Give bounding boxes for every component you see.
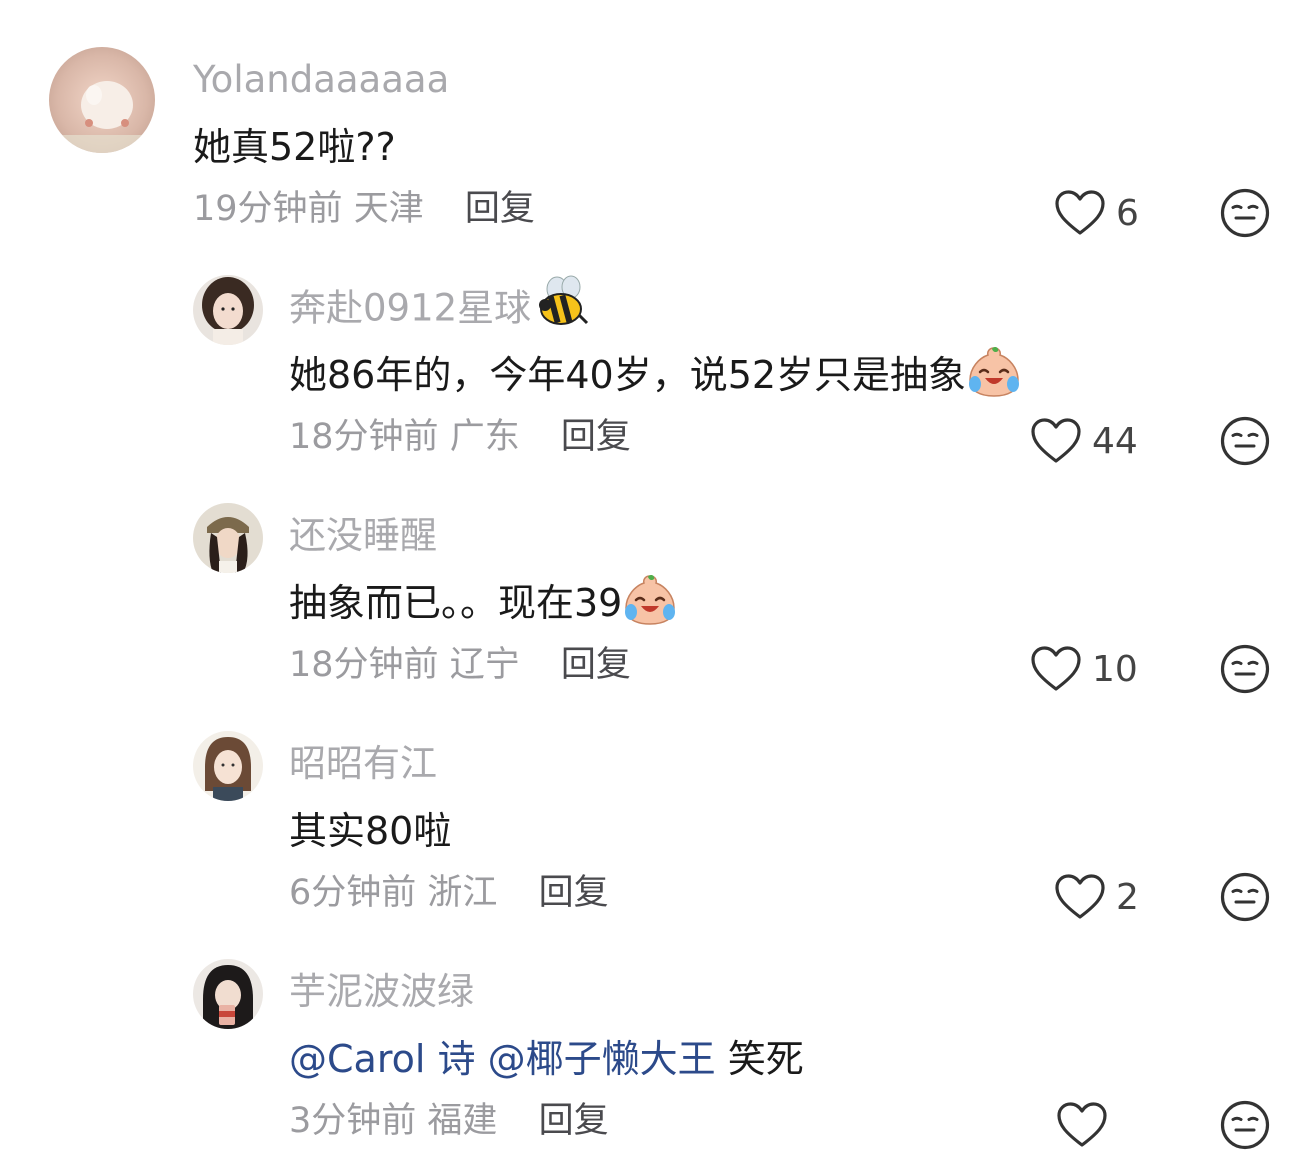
avatar[interactable] [193, 503, 263, 573]
comment-meta: 18分钟前 辽宁 回复 [289, 648, 631, 683]
comment-text: 其实80啦 [289, 809, 452, 853]
reply-button[interactable]: 回复 [561, 645, 631, 685]
comment-meta: 18分钟前 广东 回复 [289, 420, 631, 455]
comment-text: @Carol 诗 @椰子懒大王 笑死 [289, 1040, 804, 1078]
comment-time: 19分钟前 [193, 189, 343, 229]
heart-outline-icon [1054, 189, 1106, 237]
like-count: 6 [1116, 192, 1139, 234]
comment-time: 18分钟前 [289, 645, 439, 685]
heart-outline-icon [1030, 417, 1082, 465]
comment-location: 浙江 [427, 873, 498, 913]
meh-face-icon [1220, 872, 1270, 922]
username[interactable]: 昭昭有江 [289, 745, 437, 782]
comment-time: 6分钟前 [289, 873, 417, 913]
comment-meta: 19分钟前 天津 回复 [193, 192, 535, 227]
laughing-crying-emoji [622, 574, 678, 626]
meh-face-icon [1220, 416, 1270, 466]
dislike-button[interactable] [1220, 416, 1270, 466]
heart-outline-icon [1056, 1101, 1108, 1149]
avatar[interactable] [193, 959, 263, 1029]
comment-text: 她86年的，今年40岁，说52岁只是抽象 [289, 356, 1022, 398]
mention-link[interactable]: @Carol 诗 [289, 1037, 476, 1081]
meh-face-icon [1220, 188, 1270, 238]
username[interactable]: 芋泥波波绿 [289, 973, 474, 1010]
comment-time: 3分钟前 [289, 1101, 417, 1141]
like-button[interactable]: 6 [1054, 188, 1139, 238]
laughing-crying-emoji [966, 346, 1022, 398]
heart-outline-icon [1054, 873, 1106, 921]
dislike-button[interactable] [1220, 188, 1270, 238]
like-button[interactable]: 2 [1054, 872, 1139, 922]
avatar[interactable] [193, 731, 263, 801]
like-count: 44 [1092, 420, 1138, 462]
comment-time: 18分钟前 [289, 417, 439, 457]
comment-text-content: 抽象而已。。现在39 [289, 581, 623, 625]
reply-button[interactable]: 回复 [465, 189, 535, 229]
comment-text: 抽象而已。。现在39 [289, 584, 678, 626]
comment-text-content: 她86年的，今年40岁，说52岁只是抽象 [289, 353, 967, 397]
like-count: 2 [1116, 876, 1139, 918]
reply-button[interactable]: 回复 [539, 1101, 609, 1141]
like-button[interactable] [1056, 1100, 1118, 1150]
username[interactable]: 还没睡醒 [289, 517, 437, 554]
bee-emoji [533, 275, 589, 331]
like-count: 10 [1092, 648, 1138, 690]
meh-face-icon [1220, 1100, 1270, 1150]
comment-location: 广东 [449, 417, 520, 457]
mention-link[interactable]: @椰子懒大王 [488, 1037, 716, 1081]
comment-location: 辽宁 [449, 645, 520, 685]
username-text: 奔赴0912星球 [289, 286, 532, 330]
meh-face-icon [1220, 644, 1270, 694]
comment-text-content: 笑死 [727, 1037, 804, 1081]
like-button[interactable]: 44 [1030, 416, 1138, 466]
dislike-button[interactable] [1220, 872, 1270, 922]
username[interactable]: 奔赴0912星球 [289, 289, 589, 331]
dislike-button[interactable] [1220, 644, 1270, 694]
dislike-button[interactable] [1220, 1100, 1270, 1150]
reply-button[interactable]: 回复 [539, 873, 609, 913]
comment-location: 天津 [353, 189, 424, 229]
avatar[interactable] [49, 47, 155, 153]
like-button[interactable]: 10 [1030, 644, 1138, 694]
comment-meta: 6分钟前 浙江 回复 [289, 876, 609, 911]
comment-meta: 3分钟前 福建 回复 [289, 1104, 609, 1139]
comment-text: 她真52啦?? [193, 125, 396, 169]
heart-outline-icon [1030, 645, 1082, 693]
avatar[interactable] [193, 275, 263, 345]
comment-location: 福建 [427, 1101, 498, 1141]
reply-button[interactable]: 回复 [561, 417, 631, 457]
username[interactable]: Yolandaaaaaa [193, 61, 449, 98]
